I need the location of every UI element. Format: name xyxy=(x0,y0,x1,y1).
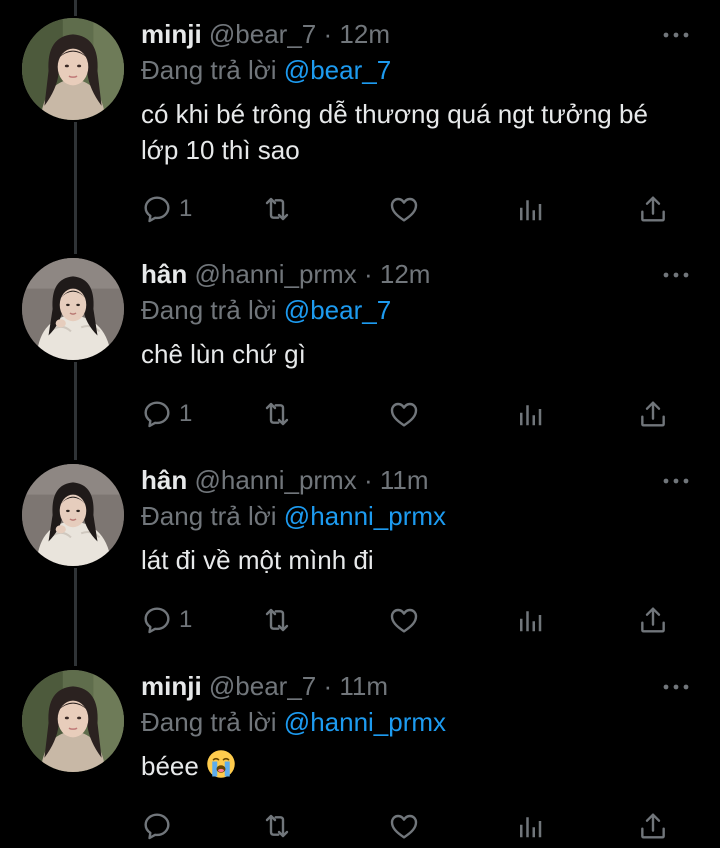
views-icon xyxy=(515,194,545,224)
tweet-text-content: béee xyxy=(141,751,199,781)
replying-to: Đang trả lời @hanni_prmx xyxy=(141,706,446,738)
views-button[interactable] xyxy=(515,808,545,844)
separator-dot: · xyxy=(363,465,373,495)
replying-prefix: Đang trả lời xyxy=(141,707,277,737)
tweet-text: lát đi về một mình đi xyxy=(141,545,374,575)
like-icon xyxy=(388,193,420,225)
reply-icon xyxy=(141,193,173,225)
retweet-button[interactable] xyxy=(261,602,293,638)
action-bar: 1 xyxy=(141,396,681,432)
retweet-icon xyxy=(261,604,293,636)
replying-to: Đang trả lời @bear_7 xyxy=(141,294,391,326)
avatar-minji-image xyxy=(22,670,124,772)
tweet[interactable]: minji @bear_7 · 11m Đang trả lời @hanni_… xyxy=(0,652,720,848)
action-bar: 1 xyxy=(141,602,681,638)
like-button[interactable] xyxy=(388,191,420,227)
share-button[interactable] xyxy=(637,808,669,844)
avatar-minji-image xyxy=(22,18,124,120)
avatar[interactable] xyxy=(22,18,124,120)
mention-link[interactable]: @bear_7 xyxy=(284,55,391,85)
views-button[interactable] xyxy=(515,191,545,227)
timestamp[interactable]: 12m xyxy=(380,259,431,289)
reply-icon xyxy=(141,398,173,430)
tweet[interactable]: hân @hanni_prmx · 12m Đang trả lời @bear… xyxy=(0,240,720,448)
avatar[interactable] xyxy=(22,670,124,772)
avatar[interactable] xyxy=(22,464,124,566)
user-handle[interactable]: @hanni_prmx xyxy=(194,259,356,289)
share-button[interactable] xyxy=(637,191,669,227)
views-button[interactable] xyxy=(515,602,545,638)
retweet-button[interactable] xyxy=(261,191,293,227)
display-name[interactable]: hân xyxy=(141,259,187,289)
display-name[interactable]: minji xyxy=(141,671,202,701)
avatar-han-image xyxy=(22,464,124,566)
like-button[interactable] xyxy=(388,808,420,844)
mention-link[interactable]: @bear_7 xyxy=(284,295,391,325)
share-icon xyxy=(637,604,669,636)
like-button[interactable] xyxy=(388,602,420,638)
like-icon xyxy=(388,398,420,430)
separator-dot: · xyxy=(323,19,333,49)
tweet-text: béee xyxy=(141,748,681,784)
loudly-crying-face-icon xyxy=(206,749,236,779)
tweet[interactable]: minji @bear_7 · 12m Đang trả lời @bear_7… xyxy=(0,0,720,252)
reply-button[interactable]: 1 xyxy=(141,396,192,432)
mention-link[interactable]: @hanni_prmx xyxy=(284,707,446,737)
timestamp[interactable]: 11m xyxy=(339,671,388,701)
reply-button[interactable] xyxy=(141,808,173,844)
retweet-button[interactable] xyxy=(261,396,293,432)
more-icon[interactable] xyxy=(662,680,690,694)
retweet-icon xyxy=(261,398,293,430)
replying-prefix: Đang trả lời xyxy=(141,501,277,531)
views-icon xyxy=(515,399,545,429)
reply-count: 1 xyxy=(179,400,193,427)
views-icon xyxy=(515,605,545,635)
reply-button[interactable]: 1 xyxy=(141,602,192,638)
action-bar xyxy=(141,808,681,844)
more-icon[interactable] xyxy=(662,474,690,488)
user-handle[interactable]: @bear_7 xyxy=(209,671,316,701)
reply-icon xyxy=(141,810,173,842)
display-name[interactable]: minji xyxy=(141,19,202,49)
mention-link[interactable]: @hanni_prmx xyxy=(284,501,446,531)
share-icon xyxy=(637,398,669,430)
separator-dot: · xyxy=(363,259,373,289)
retweet-button[interactable] xyxy=(261,808,293,844)
like-button[interactable] xyxy=(388,396,420,432)
share-button[interactable] xyxy=(637,396,669,432)
views-button[interactable] xyxy=(515,396,545,432)
action-bar: 1 xyxy=(141,191,681,227)
replying-to: Đang trả lời @hanni_prmx xyxy=(141,500,446,532)
share-button[interactable] xyxy=(637,602,669,638)
replying-prefix: Đang trả lời xyxy=(141,295,277,325)
reply-button[interactable]: 1 xyxy=(141,191,192,227)
share-icon xyxy=(637,810,669,842)
reply-icon xyxy=(141,604,173,636)
tweet-text: chê lùn chứ gì xyxy=(141,339,306,369)
avatar-han-image xyxy=(22,258,124,360)
reply-count: 1 xyxy=(179,195,193,222)
replying-prefix: Đang trả lời xyxy=(141,55,277,85)
display-name[interactable]: hân xyxy=(141,465,187,495)
user-handle[interactable]: @hanni_prmx xyxy=(194,465,356,495)
timestamp[interactable]: 12m xyxy=(339,19,390,49)
views-icon xyxy=(515,811,545,841)
like-icon xyxy=(388,604,420,636)
tweet[interactable]: hân @hanni_prmx · 11m Đang trả lời @hann… xyxy=(0,446,720,654)
avatar[interactable] xyxy=(22,258,124,360)
user-handle[interactable]: @bear_7 xyxy=(209,19,316,49)
more-icon[interactable] xyxy=(662,268,690,282)
more-icon[interactable] xyxy=(662,28,690,42)
reply-count: 1 xyxy=(179,606,193,633)
timestamp[interactable]: 11m xyxy=(380,465,429,495)
retweet-icon xyxy=(261,810,293,842)
separator-dot: · xyxy=(323,671,333,701)
retweet-icon xyxy=(261,193,293,225)
replying-to: Đang trả lời @bear_7 xyxy=(141,54,391,86)
share-icon xyxy=(637,193,669,225)
like-icon xyxy=(388,810,420,842)
tweet-text: có khi bé trông dễ thương quá ngt tưởng … xyxy=(141,99,648,165)
